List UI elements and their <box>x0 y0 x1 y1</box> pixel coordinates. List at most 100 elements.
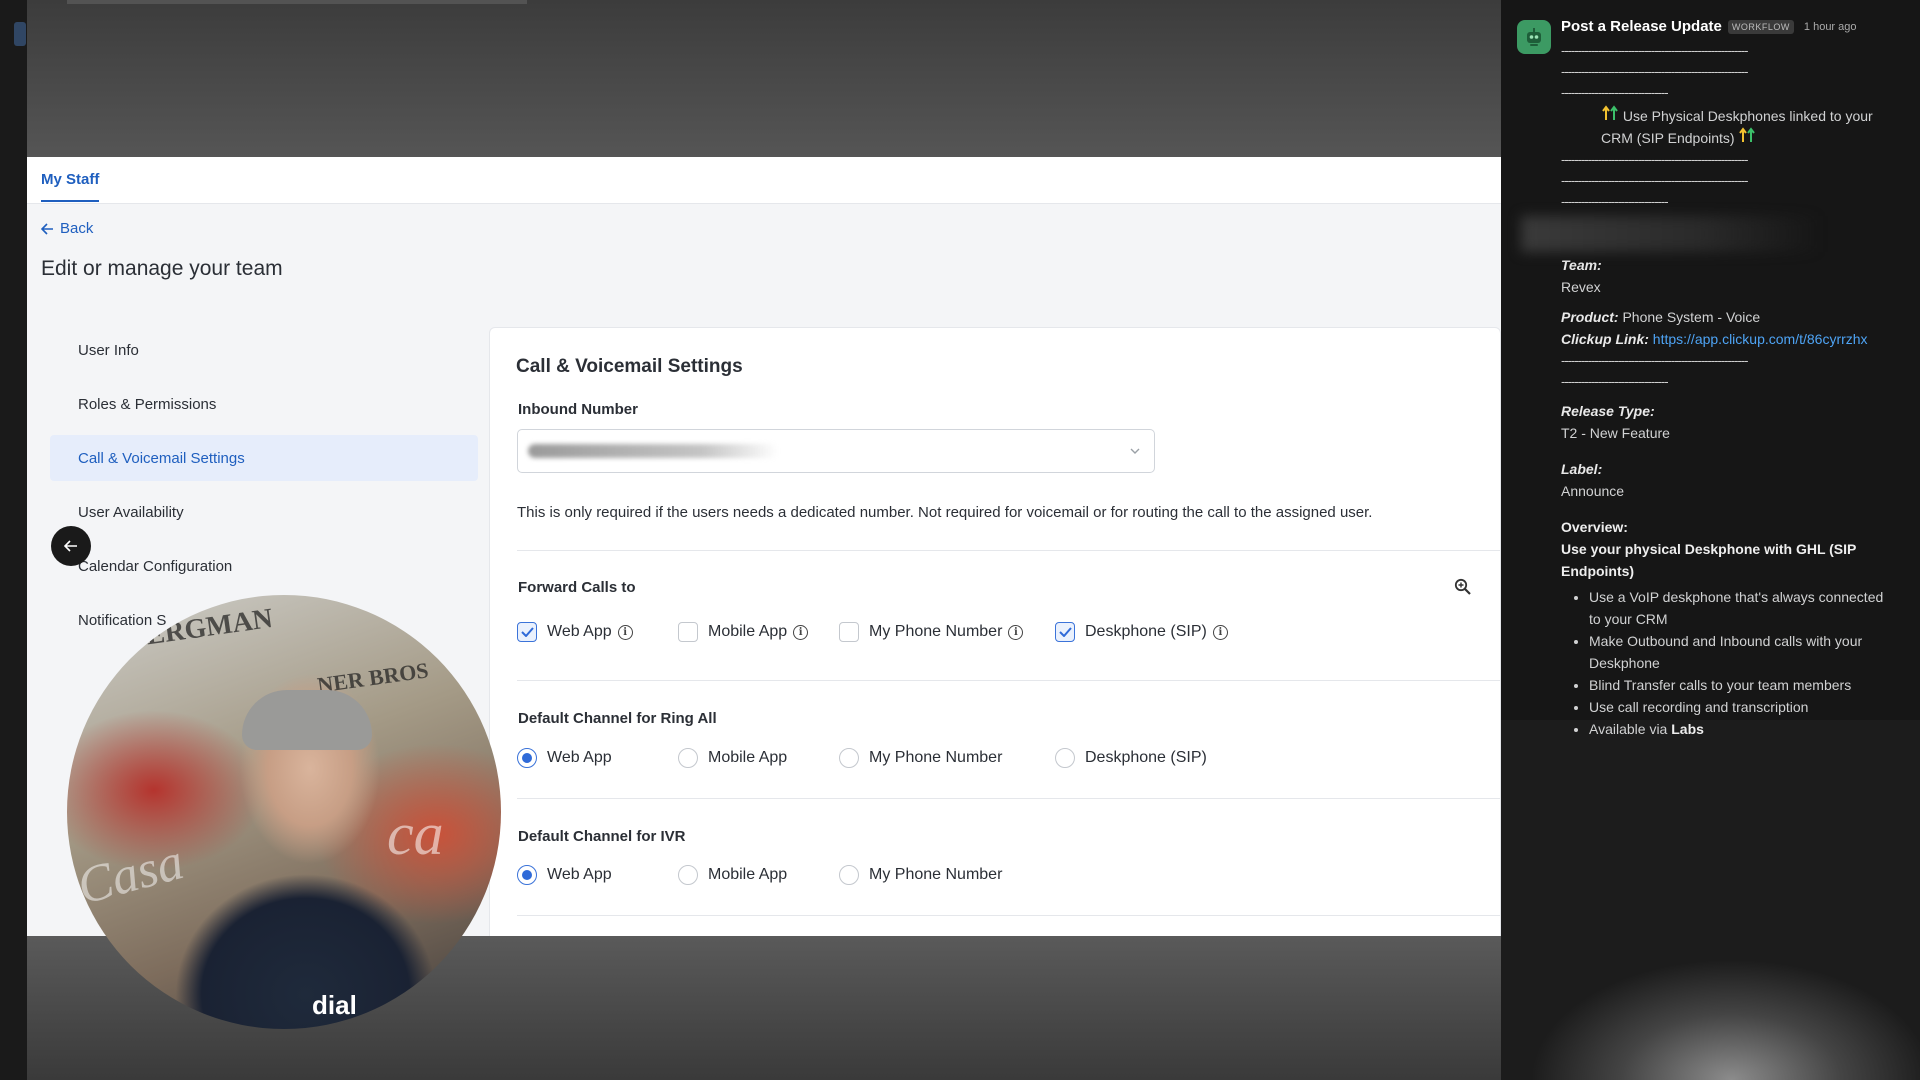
inbound-number-label: Inbound Number <box>518 401 638 418</box>
ring-all-web-app-radio[interactable] <box>517 748 537 768</box>
release-type-field: Release Type: <box>1561 400 1887 422</box>
product-label: Product: <box>1561 309 1619 325</box>
label-label: Label: <box>1561 461 1603 477</box>
ivr-my-phone-label: My Phone Number <box>869 866 1003 883</box>
section-title: Call & Voicemail Settings <box>516 356 743 377</box>
ring-all-my-phone-option[interactable]: My Phone Number <box>839 748 1055 768</box>
ring-all-deskphone-radio[interactable] <box>1055 748 1075 768</box>
forward-calls-label: Forward Calls to <box>518 579 636 596</box>
forward-web-app-checkbox[interactable] <box>517 622 537 642</box>
list-item: Use call recording and transcription <box>1589 696 1887 718</box>
team-field: Team: <box>1561 254 1887 276</box>
ivr-my-phone-option[interactable]: My Phone Number <box>839 865 1002 885</box>
arrows-up-icon <box>1739 127 1756 142</box>
list-item: Available via Labs <box>1589 718 1887 740</box>
dash-separator: ----------------------------------------… <box>1561 152 1748 167</box>
checkmark-icon <box>1058 627 1072 637</box>
robot-icon <box>1527 28 1541 46</box>
clickup-label: Clickup Link: <box>1561 331 1649 347</box>
headline: Use Physical Deskphones linked to your C… <box>1561 105 1887 149</box>
ivr-mobile-app-option[interactable]: Mobile App <box>678 865 839 885</box>
dash-separator: ----------------------------------------… <box>1561 64 1748 79</box>
forward-my-phone-label: My Phone Number <box>869 623 1003 640</box>
app-logo-icon <box>14 22 26 46</box>
info-icon[interactable]: i <box>1008 624 1024 640</box>
ivr-label: Default Channel for IVR <box>518 828 686 845</box>
inbound-number-select[interactable] <box>517 429 1155 473</box>
message-header: Post a Release Update WORKFLOW 1 hour ag… <box>1561 18 1857 35</box>
message-body: -------------------------------- --------… <box>1521 40 1887 740</box>
dash-separator: ----------------------------------------… <box>1561 43 1748 58</box>
ivr-web-app-radio[interactable] <box>517 865 537 885</box>
floating-back-button[interactable] <box>51 526 91 566</box>
poster-script-left: Casa <box>71 833 190 916</box>
sidenav-item-calendar-configuration[interactable]: Calendar Configuration <box>50 543 478 589</box>
info-icon[interactable]: i <box>1212 624 1228 640</box>
list-item: Blind Transfer calls to your team member… <box>1589 674 1887 696</box>
forward-deskphone-option[interactable]: Deskphone (SIP) i <box>1055 622 1228 642</box>
clickup-link[interactable]: https://app.clickup.com/t/86cyrrzhx <box>1653 331 1868 347</box>
forward-calls-options: Web App i Mobile App i My Phone Number i… <box>517 622 1228 642</box>
sidenav-item-call-voicemail[interactable]: Call & Voicemail Settings <box>50 435 478 481</box>
info-icon[interactable]: i <box>617 624 633 640</box>
panel-glow <box>1501 720 1920 1080</box>
chevron-down-icon <box>1130 448 1140 454</box>
forward-my-phone-option[interactable]: My Phone Number i <box>839 622 1055 642</box>
back-link[interactable]: Back <box>41 220 93 237</box>
zoom-in-icon[interactable] <box>1454 578 1472 596</box>
overview-bullets: Use a VoIP deskphone that's always conne… <box>1561 586 1887 740</box>
overview-label: Overview: <box>1561 519 1628 535</box>
sender-name[interactable]: Post a Release Update <box>1561 18 1722 35</box>
presenter-hair <box>242 690 372 750</box>
ring-all-web-app-label: Web App <box>547 749 612 766</box>
forward-deskphone-checkbox[interactable] <box>1055 622 1075 642</box>
label-field: Label: <box>1561 458 1887 480</box>
inbound-help-text: This is only required if the users needs… <box>517 504 1373 521</box>
arrow-left-icon <box>41 222 53 235</box>
release-type-value: T2 - New Feature <box>1561 425 1670 441</box>
forward-web-app-option[interactable]: Web App i <box>517 622 678 642</box>
sidenav-item-user-info[interactable]: User Info <box>50 327 478 373</box>
forward-mobile-app-option[interactable]: Mobile App i <box>678 622 839 642</box>
ring-all-deskphone-option[interactable]: Deskphone (SIP) <box>1055 748 1207 768</box>
app-header: My Staff <box>27 157 1501 204</box>
sidenav-item-roles-permissions[interactable]: Roles & Permissions <box>50 381 478 427</box>
bot-avatar[interactable] <box>1517 20 1551 54</box>
labs-bold: Labs <box>1671 721 1704 737</box>
ring-all-mobile-app-label: Mobile App <box>708 749 788 766</box>
ring-all-web-app-option[interactable]: Web App <box>517 748 678 768</box>
sidenav-item-user-availability[interactable]: User Availability <box>50 489 478 535</box>
forward-my-phone-checkbox[interactable] <box>839 622 859 642</box>
message-timestamp[interactable]: 1 hour ago <box>1804 21 1857 33</box>
forward-mobile-app-label: Mobile App <box>708 623 788 640</box>
top-bar-fragment <box>67 0 527 4</box>
divider <box>517 550 1501 551</box>
tab-my-staff[interactable]: My Staff <box>41 171 100 202</box>
label-value: Announce <box>1561 483 1625 499</box>
forward-web-app-label: Web App <box>547 623 612 640</box>
webcam-overlay: BERGMAN NER BROS Casa ca dial <box>67 595 501 1029</box>
list-item: Make Outbound and Inbound calls with you… <box>1589 630 1887 674</box>
forward-mobile-app-checkbox[interactable] <box>678 622 698 642</box>
ring-all-label: Default Channel for Ring All <box>518 710 717 727</box>
workflow-badge: WORKFLOW <box>1727 19 1794 34</box>
divider <box>517 680 1501 681</box>
info-icon[interactable]: i <box>793 624 809 640</box>
ring-all-my-phone-radio[interactable] <box>839 748 859 768</box>
back-label: Back <box>60 220 94 237</box>
poster-script-right: ca <box>387 801 444 867</box>
ivr-mobile-app-radio[interactable] <box>678 865 698 885</box>
dash-separator: ----------------------------------------… <box>1561 353 1748 368</box>
ivr-web-app-option[interactable]: Web App <box>517 865 678 885</box>
call-voicemail-card: Call & Voicemail Settings Inbound Number… <box>489 327 1501 936</box>
release-type-label: Release Type: <box>1561 403 1655 419</box>
ivr-options: Web App Mobile App My Phone Number <box>517 865 1002 885</box>
ring-all-options: Web App Mobile App My Phone Number Deskp… <box>517 748 1207 768</box>
top-backdrop <box>27 0 1501 157</box>
product-value: Phone System - Voice <box>1622 309 1761 325</box>
team-value: Revex <box>1561 279 1601 295</box>
ivr-my-phone-radio[interactable] <box>839 865 859 885</box>
blurred-content <box>1521 216 1821 252</box>
ring-all-mobile-app-radio[interactable] <box>678 748 698 768</box>
ring-all-mobile-app-option[interactable]: Mobile App <box>678 748 839 768</box>
